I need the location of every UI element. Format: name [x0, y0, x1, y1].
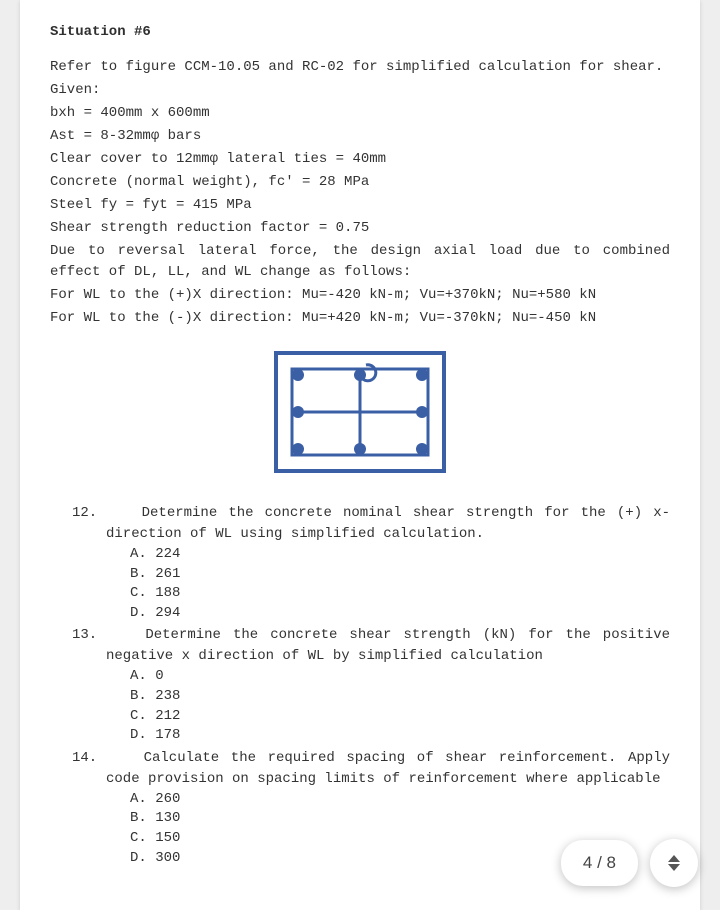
case-minus-x: For WL to the (-)X direction: Mu=+420 kN… — [50, 308, 670, 329]
q13-options: A. 0 B. 238 C. 212 D. 178 — [72, 667, 670, 745]
q13-opt-c: C. 212 — [130, 707, 670, 727]
given-ast: Ast = 8-32mmφ bars — [50, 126, 670, 147]
page-indicator: 4 / 8 — [561, 840, 638, 886]
intro-line: Refer to figure CCM-10.05 and RC-02 for … — [50, 57, 670, 78]
q14-opt-a: A. 260 — [130, 790, 670, 810]
situation-title: Situation #6 — [50, 22, 670, 43]
cross-section-figure — [50, 347, 670, 477]
pager: 4 / 8 — [561, 839, 698, 887]
chevron-down-icon[interactable] — [668, 864, 680, 871]
q12-opt-c: C. 188 — [130, 584, 670, 604]
given-cover: Clear cover to 12mmφ lateral ties = 40mm — [50, 149, 670, 170]
q13-text: Determine the concrete shear strength (k… — [106, 627, 670, 664]
case-plus-x: For WL to the (+)X direction: Mu=-420 kN… — [50, 285, 670, 306]
column-section-icon — [270, 347, 450, 477]
given-concrete: Concrete (normal weight), fc' = 28 MPa — [50, 172, 670, 193]
q14-opt-b: B. 130 — [130, 809, 670, 829]
question-13: 13. Determine the concrete shear strengt… — [72, 625, 670, 745]
q14-text: Calculate the required spacing of shear … — [106, 750, 670, 787]
q13-number: 13. — [72, 627, 97, 643]
given-bxh: bxh = 400mm x 600mm — [50, 103, 670, 124]
given-label: Given: — [50, 80, 670, 101]
q13-opt-a: A. 0 — [130, 667, 670, 687]
q14-number: 14. — [72, 750, 97, 766]
q12-text: Determine the concrete nominal shear str… — [106, 505, 670, 542]
questions-block: 12. Determine the concrete nominal shear… — [50, 503, 670, 868]
chevron-up-icon[interactable] — [668, 855, 680, 862]
q13-opt-d: D. 178 — [130, 726, 670, 746]
q12-opt-d: D. 294 — [130, 604, 670, 624]
reversal-text: Due to reversal lateral force, the desig… — [50, 241, 670, 283]
given-steel: Steel fy = fyt = 415 MPa — [50, 195, 670, 216]
document-page: Situation #6 Refer to figure CCM-10.05 a… — [20, 0, 700, 910]
q13-opt-b: B. 238 — [130, 687, 670, 707]
page-stepper[interactable] — [650, 839, 698, 887]
given-shear-factor: Shear strength reduction factor = 0.75 — [50, 218, 670, 239]
q12-options: A. 224 B. 261 C. 188 D. 294 — [72, 545, 670, 623]
q12-number: 12. — [72, 505, 97, 521]
question-12: 12. Determine the concrete nominal shear… — [72, 503, 670, 623]
q12-opt-a: A. 224 — [130, 545, 670, 565]
q12-opt-b: B. 261 — [130, 565, 670, 585]
